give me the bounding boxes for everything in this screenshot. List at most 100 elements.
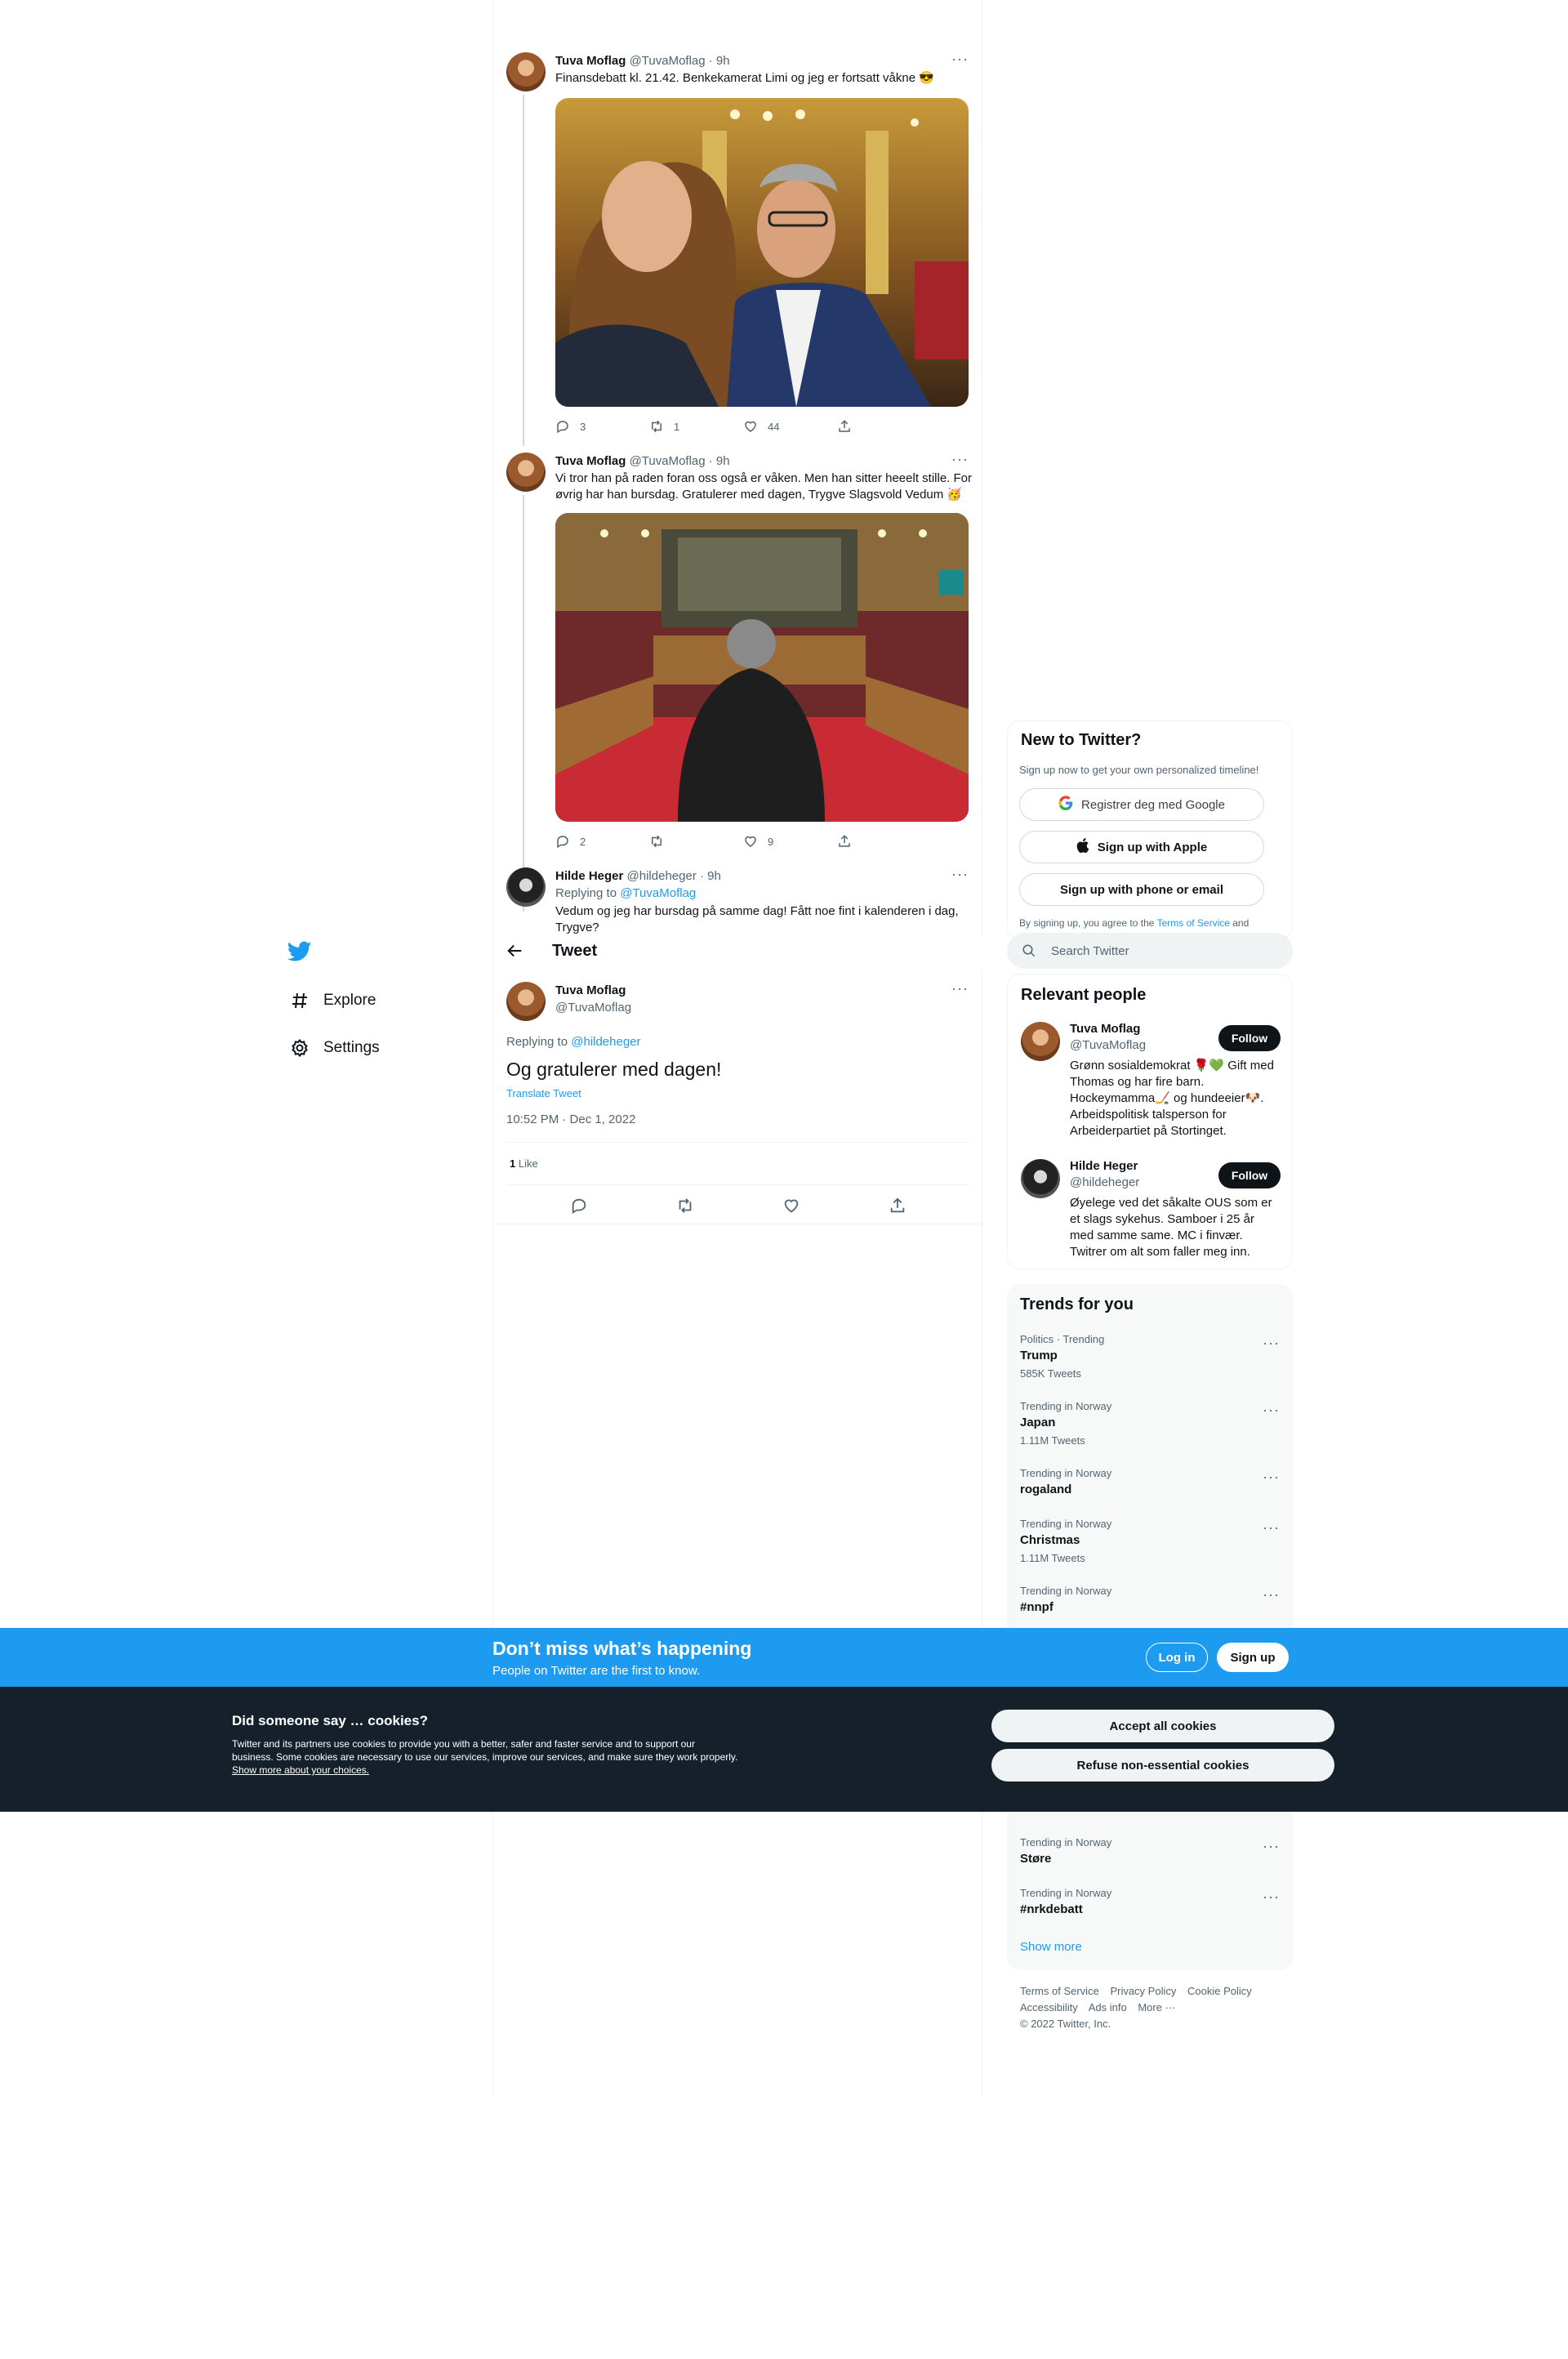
translate-tweet-link[interactable]: Translate Tweet [506,1087,581,1099]
thread-line [523,95,524,446]
more-options-icon[interactable]: ··· [951,866,969,883]
footer-link[interactable]: Cookie Policy [1187,1985,1252,1997]
footer-link[interactable]: Accessibility [1020,2001,1078,2013]
trend-item[interactable]: Trending in Norway rogaland ··· [1020,1467,1280,1496]
person-name[interactable]: Tuva Moflag [1070,1022,1140,1036]
like-button[interactable]: 44 [743,419,837,434]
likes-count-link[interactable]: 1 Like [510,1157,538,1170]
tweet-timestamp[interactable]: 10:52 PM · Dec 1, 2022 [506,1113,635,1126]
share-button[interactable] [837,834,931,849]
trend-item[interactable]: Trending in Norway #nnpf ··· [1020,1585,1280,1614]
author-handle: @hildeheger · 9h [626,869,721,883]
more-options-icon[interactable]: ··· [1263,1519,1280,1536]
more-options-icon[interactable]: ··· [1263,1889,1280,1906]
reply-icon [557,421,568,434]
accept-cookies-button[interactable]: Accept all cookies [991,1710,1334,1742]
trend-count: 1.11M Tweets [1020,1552,1085,1564]
replying-to-link[interactable]: @TuvaMoflag [620,886,696,900]
replying-to-link[interactable]: @hildeheger [571,1035,640,1049]
more-options-icon[interactable]: ··· [1263,1838,1280,1855]
author-name[interactable]: Tuva Moflag [555,454,626,468]
thread-tweet-2[interactable]: Tuva Moflag @TuvaMoflag · 9h ··· Vi tror… [493,449,983,912]
phone-email-signup-label: Sign up with phone or email [1059,882,1223,897]
replying-to: Replying to @TuvaMoflag [555,886,697,900]
relevant-people-card: Relevant people Tuva Moflag @TuvaMoflag … [1007,974,1293,1269]
copyright: © 2022 Twitter, Inc. [1020,2018,1111,2030]
terms-of-service-link[interactable]: Terms of Service [1157,917,1230,929]
nav-settings-label: Settings [323,1039,380,1056]
thread-tweet-1[interactable]: Tuva Moflag @TuvaMoflag · 9h ··· Finansd… [493,49,983,446]
back-arrow-icon [507,944,522,957]
footer-link[interactable]: Terms of Service [1020,1985,1099,1997]
avatar[interactable] [506,52,546,91]
more-options-icon[interactable]: ··· [951,451,969,468]
divider [506,1142,970,1143]
person-name[interactable]: Hilde Heger [1070,1159,1138,1173]
share-icon [890,1197,905,1212]
more-options-icon[interactable]: ··· [951,51,969,68]
cookie-more-link[interactable]: Show more about your choices. [232,1764,369,1776]
avatar[interactable] [506,453,546,492]
avatar[interactable] [506,867,546,907]
search-input[interactable]: Search Twitter [1007,933,1293,969]
twitter-logo[interactable] [287,941,315,965]
share-button[interactable] [889,1197,906,1219]
trend-item[interactable]: Trending in Norway Japan 1.11M Tweets ··… [1020,1400,1280,1447]
author-name[interactable]: Hilde Heger [555,869,623,883]
footer-more-link[interactable]: More ··· [1138,2001,1175,2013]
banner-title: Don’t miss what’s happening [492,1638,752,1659]
banner-subtitle: People on Twitter are the first to know. [492,1664,701,1678]
more-options-icon[interactable]: ··· [1263,1335,1280,1352]
more-options-icon[interactable]: ··· [1263,1402,1280,1419]
tweet-actions: 2 9 [555,834,931,849]
more-options-icon[interactable]: ··· [1263,1469,1280,1486]
footer-link[interactable]: Ads info [1089,2001,1127,2013]
tweet-photo[interactable] [555,513,969,822]
tweet-photo[interactable] [555,98,969,407]
nav-settings[interactable]: Settings [286,1032,380,1064]
reply-icon [557,836,568,849]
trend-item[interactable]: Politics · Trending Trump 585K Tweets ··… [1020,1333,1280,1380]
retweet-button[interactable]: 1 [649,419,743,434]
share-button[interactable] [837,419,931,434]
tweet-text: Og gratulerer med dagen! [506,1059,722,1080]
hashtag-icon [286,991,314,1010]
avatar[interactable] [1021,1159,1060,1198]
refuse-cookies-button[interactable]: Refuse non-essential cookies [991,1749,1334,1782]
more-options-icon[interactable]: ··· [951,980,969,997]
login-button[interactable]: Log in [1146,1643,1208,1672]
retweet-button[interactable] [676,1197,694,1219]
like-button[interactable] [782,1197,800,1219]
author-handle: @TuvaMoflag · 9h [629,454,730,468]
author-handle[interactable]: @TuvaMoflag [555,1001,631,1015]
reply-button[interactable]: 2 [555,834,649,849]
phone-email-signup-button[interactable]: Sign up with phone or email [1019,873,1264,906]
trend-item[interactable]: Trending in Norway Christmas 1.11M Tweet… [1020,1518,1280,1564]
retweet-button[interactable] [649,834,743,849]
nav-explore[interactable]: Explore [286,984,376,1017]
reply-button[interactable]: 3 [555,419,649,434]
back-button[interactable] [506,942,524,964]
thread-tweet-3[interactable]: Hilde Heger @hildeheger · 9h ··· Replyin… [493,864,983,934]
footer: Terms of Service Privacy Policy Cookie P… [1020,1983,1290,2032]
follow-button[interactable]: Follow [1218,1025,1281,1051]
trend-item[interactable]: Trending in Norway Støre ··· [1020,1836,1280,1866]
signup-button[interactable]: Sign up [1217,1643,1289,1672]
footer-link[interactable]: Privacy Policy [1110,1985,1176,1997]
more-options-icon[interactable]: ··· [1263,1586,1280,1603]
author-name[interactable]: Tuva Moflag [555,983,626,997]
like-count: 44 [768,420,780,433]
follow-button[interactable]: Follow [1218,1162,1281,1188]
reply-button[interactable] [570,1197,588,1219]
apple-signup-button[interactable]: Sign up with Apple [1019,831,1264,863]
author-name[interactable]: Tuva Moflag [555,54,626,68]
google-signup-button[interactable]: Registrer deg med Google [1019,788,1264,821]
tweet-header: Tweet [493,935,983,968]
trend-item[interactable]: Trending in Norway #nrkdebatt ··· [1020,1887,1280,1916]
avatar[interactable] [1021,1022,1060,1061]
avatar[interactable] [506,982,546,1021]
trend-meta: Politics · Trending [1020,1333,1105,1345]
show-more-link[interactable]: Show more [1020,1940,1082,1954]
search-placeholder: Search Twitter [1051,943,1129,958]
like-button[interactable]: 9 [743,834,837,849]
